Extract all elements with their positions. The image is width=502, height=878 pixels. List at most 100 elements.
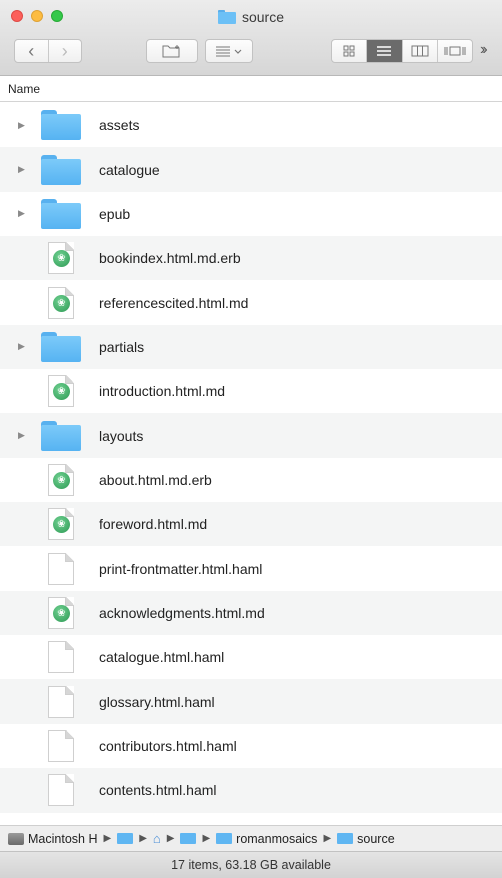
disclosure-triangle-icon[interactable]: ▶ xyxy=(18,120,25,131)
cover-flow-button[interactable] xyxy=(436,40,472,62)
arrange-button[interactable] xyxy=(205,39,253,63)
markdown-file-icon: ❀ xyxy=(41,508,81,541)
disclosure-triangle-icon[interactable]: ▶ xyxy=(18,164,25,175)
cover-flow-icon xyxy=(444,46,466,56)
file-name: introduction.html.md xyxy=(99,383,226,400)
name-column-label: Name xyxy=(8,82,41,96)
status-text: 17 items, 63.18 GB available xyxy=(171,858,331,872)
grid-icon xyxy=(343,45,355,57)
markdown-file-icon: ❀ xyxy=(41,242,81,275)
forward-button[interactable]: › xyxy=(47,40,82,62)
status-bar: 17 items, 63.18 GB available xyxy=(0,851,502,878)
file-row[interactable]: ▶ assets xyxy=(0,103,502,147)
file-name: referencescited.html.md xyxy=(99,294,249,311)
file-row[interactable]: contents.html.haml xyxy=(0,768,502,813)
path-separator-icon: ▶ xyxy=(202,833,211,844)
file-name: about.html.md.erb xyxy=(99,471,212,488)
file-name: acknowledgments.html.md xyxy=(99,604,265,621)
finder-window: source ‹ › ›› Name ▶ assets ▶ catalogue … xyxy=(0,0,502,878)
file-row[interactable]: ❀ bookindex.html.md.erb xyxy=(0,236,502,281)
folder-icon xyxy=(217,10,236,24)
path-separator-icon: ▶ xyxy=(166,833,175,844)
file-name: contents.html.haml xyxy=(99,782,217,799)
icon-view-button[interactable] xyxy=(332,40,366,62)
folder-icon xyxy=(41,109,81,141)
file-name: epub xyxy=(99,205,131,222)
document-file-icon xyxy=(41,729,81,762)
file-row[interactable]: ▶ epub xyxy=(0,192,502,236)
folder-icon xyxy=(337,833,354,844)
path-item[interactable] xyxy=(180,833,197,844)
hard-drive-icon xyxy=(8,832,24,845)
path-item[interactable]: source xyxy=(337,832,395,846)
path-item[interactable]: romanmosaics xyxy=(216,832,317,846)
new-folder-icon xyxy=(162,45,180,58)
file-row[interactable]: ❀ referencescited.html.md xyxy=(0,280,502,324)
file-row[interactable]: ▶ partials xyxy=(0,324,502,370)
file-row[interactable]: print-frontmatter.html.haml xyxy=(0,546,502,590)
file-row[interactable]: glossary.html.haml xyxy=(0,679,502,724)
file-name: glossary.html.haml xyxy=(99,693,215,710)
list-icon xyxy=(377,46,392,56)
arrange-icon xyxy=(216,46,242,57)
view-switcher xyxy=(331,39,473,63)
path-item-label: source xyxy=(357,831,395,846)
columns-icon xyxy=(411,45,429,57)
file-list: ▶ assets ▶ catalogue ▶ epub ❀ bookindex.html.md… xyxy=(0,103,502,813)
path-item[interactable]: ⌂ xyxy=(153,831,161,846)
file-name: catalogue xyxy=(99,161,160,178)
file-row[interactable]: ❀ introduction.html.md xyxy=(0,369,502,413)
folder-icon xyxy=(180,833,197,844)
toolbar-overflow-icon[interactable]: ›› xyxy=(480,41,487,59)
file-row[interactable]: catalogue.html.haml xyxy=(0,635,502,679)
disclosure-triangle-icon[interactable]: ▶ xyxy=(18,341,25,352)
list-view-button[interactable] xyxy=(366,40,402,62)
column-view-button[interactable] xyxy=(401,40,437,62)
file-name: catalogue.html.haml xyxy=(99,649,225,666)
path-bar: Macintosh H ▶ ▶ ⌂ ▶ ▶ romanmosaics ▶ sou… xyxy=(0,825,502,851)
file-row[interactable]: ❀ about.html.md.erb xyxy=(0,458,502,502)
path-item[interactable] xyxy=(117,833,134,844)
file-row[interactable]: ❀ acknowledgments.html.md xyxy=(0,590,502,636)
file-name: layouts xyxy=(99,427,144,444)
folder-icon xyxy=(41,198,81,230)
document-file-icon xyxy=(41,774,81,807)
new-folder-button[interactable] xyxy=(146,39,198,63)
file-row[interactable]: ▶ layouts xyxy=(0,413,502,458)
path-separator-icon: ▶ xyxy=(103,833,112,844)
disclosure-triangle-icon[interactable]: ▶ xyxy=(18,430,25,441)
document-file-icon xyxy=(41,641,81,674)
file-row[interactable]: ▶ catalogue xyxy=(0,147,502,192)
folder-icon xyxy=(41,331,81,363)
file-name: contributors.html.haml xyxy=(99,737,237,754)
file-name: bookindex.html.md.erb xyxy=(99,250,241,267)
home-icon: ⌂ xyxy=(152,831,161,846)
markdown-file-icon: ❀ xyxy=(41,375,81,408)
markdown-file-icon: ❀ xyxy=(41,596,81,629)
name-column-header[interactable]: Name xyxy=(0,77,502,102)
path-item[interactable]: Macintosh H xyxy=(8,832,97,846)
markdown-file-icon: ❀ xyxy=(41,286,81,319)
back-forward-group: ‹ › xyxy=(14,39,82,63)
file-name: foreword.html.md xyxy=(99,516,208,533)
path-item-label: Macintosh H xyxy=(28,831,98,846)
window-title-text: source xyxy=(241,9,285,25)
toolbar: source ‹ › ›› xyxy=(0,0,502,76)
file-row[interactable]: contributors.html.haml xyxy=(0,724,502,768)
document-file-icon xyxy=(41,685,81,718)
file-name: print-frontmatter.html.haml xyxy=(99,560,263,577)
file-row[interactable]: ❀ foreword.html.md xyxy=(0,502,502,547)
folder-icon xyxy=(216,833,233,844)
markdown-file-icon: ❀ xyxy=(41,463,81,496)
folder-icon xyxy=(41,420,81,452)
path-separator-icon: ▶ xyxy=(139,833,147,844)
disclosure-triangle-icon[interactable]: ▶ xyxy=(18,208,25,219)
document-file-icon xyxy=(41,552,81,585)
file-name: partials xyxy=(99,338,145,355)
users-folder-icon xyxy=(117,833,134,844)
path-item-label: romanmosaics xyxy=(236,831,318,846)
window-title: source xyxy=(0,9,502,25)
file-name: assets xyxy=(99,117,140,134)
folder-icon xyxy=(41,154,81,186)
back-button[interactable]: ‹ xyxy=(15,40,48,62)
